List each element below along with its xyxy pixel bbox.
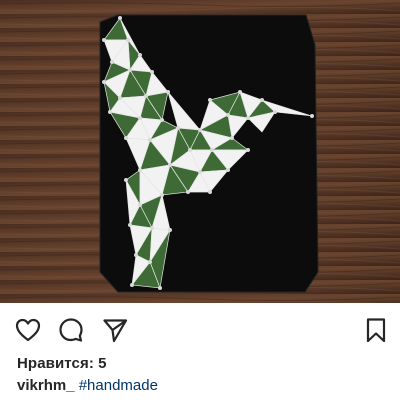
hummingbird-string-art-image: [0, 0, 400, 303]
paper-plane-icon[interactable]: [101, 316, 129, 344]
post-actions-bar: [0, 303, 400, 353]
comment-icon[interactable]: [57, 316, 85, 344]
likes-count[interactable]: Нравится: 5: [17, 355, 107, 372]
bookmark-icon[interactable]: [362, 316, 390, 344]
post-photo[interactable]: [0, 0, 400, 303]
heart-icon[interactable]: [14, 316, 42, 344]
caption-hashtag[interactable]: #handmade: [79, 377, 158, 394]
instagram-post: Нравится: 5 vikrhm_ #handmade: [0, 0, 400, 400]
caption-username[interactable]: vikrhm_: [17, 377, 75, 394]
post-caption: vikrhm_ #handmade: [17, 377, 158, 394]
